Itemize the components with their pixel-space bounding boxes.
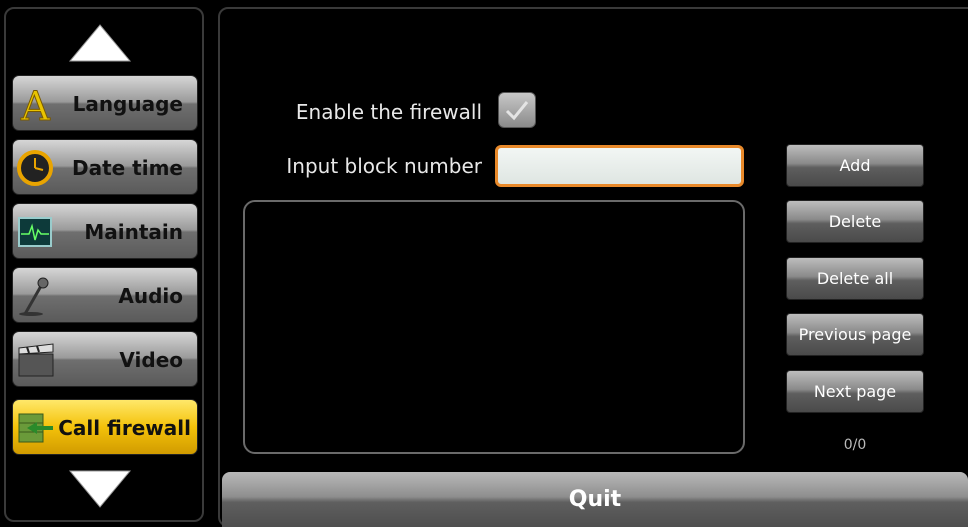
quit-button[interactable]: Quit <box>222 472 968 527</box>
clock-icon <box>17 150 53 186</box>
block-number-input[interactable] <box>495 145 744 187</box>
scroll-down-arrow-icon[interactable] <box>68 469 132 509</box>
sidebar-item-audio[interactable]: Audio <box>12 267 198 323</box>
sidebar-item-language[interactable]: A Language <box>12 75 198 131</box>
sidebar-item-call-firewall[interactable]: Call firewall <box>12 399 198 455</box>
page-counter: 0/0 <box>843 437 867 453</box>
block-number-label: Input block number <box>286 154 482 178</box>
sidebar-item-label: Language <box>72 92 183 116</box>
scroll-up-arrow-icon[interactable] <box>68 23 132 63</box>
enable-firewall-label: Enable the firewall <box>295 100 482 124</box>
sidebar-item-label: Audio <box>118 284 183 308</box>
sidebar-item-video[interactable]: Video <box>12 331 198 387</box>
svg-text:A: A <box>20 84 51 124</box>
sidebar-item-label: Call firewall <box>58 416 191 440</box>
previous-page-button[interactable]: Previous page <box>786 313 924 356</box>
add-button[interactable]: Add <box>786 144 924 187</box>
delete-button[interactable]: Delete <box>786 200 924 243</box>
sidebar-item-label: Video <box>119 348 183 372</box>
sidebar: A Language Date time Maintain Audio Vide… <box>4 7 204 522</box>
firewall-icon <box>18 413 53 443</box>
next-page-button[interactable]: Next page <box>786 370 924 413</box>
microphone-icon <box>19 277 49 316</box>
delete-all-button[interactable]: Delete all <box>786 257 924 300</box>
clapperboard-icon <box>18 343 54 377</box>
blocked-numbers-list[interactable] <box>243 200 745 454</box>
sidebar-item-label: Maintain <box>84 220 183 244</box>
sidebar-item-maintain[interactable]: Maintain <box>12 203 198 259</box>
checkmark-icon <box>505 101 529 121</box>
sidebar-item-label: Date time <box>71 156 183 180</box>
enable-firewall-checkbox[interactable] <box>498 92 536 128</box>
monitor-pulse-icon <box>18 217 52 247</box>
language-letter-icon: A <box>20 84 52 124</box>
sidebar-item-date-time[interactable]: Date time <box>12 139 198 195</box>
